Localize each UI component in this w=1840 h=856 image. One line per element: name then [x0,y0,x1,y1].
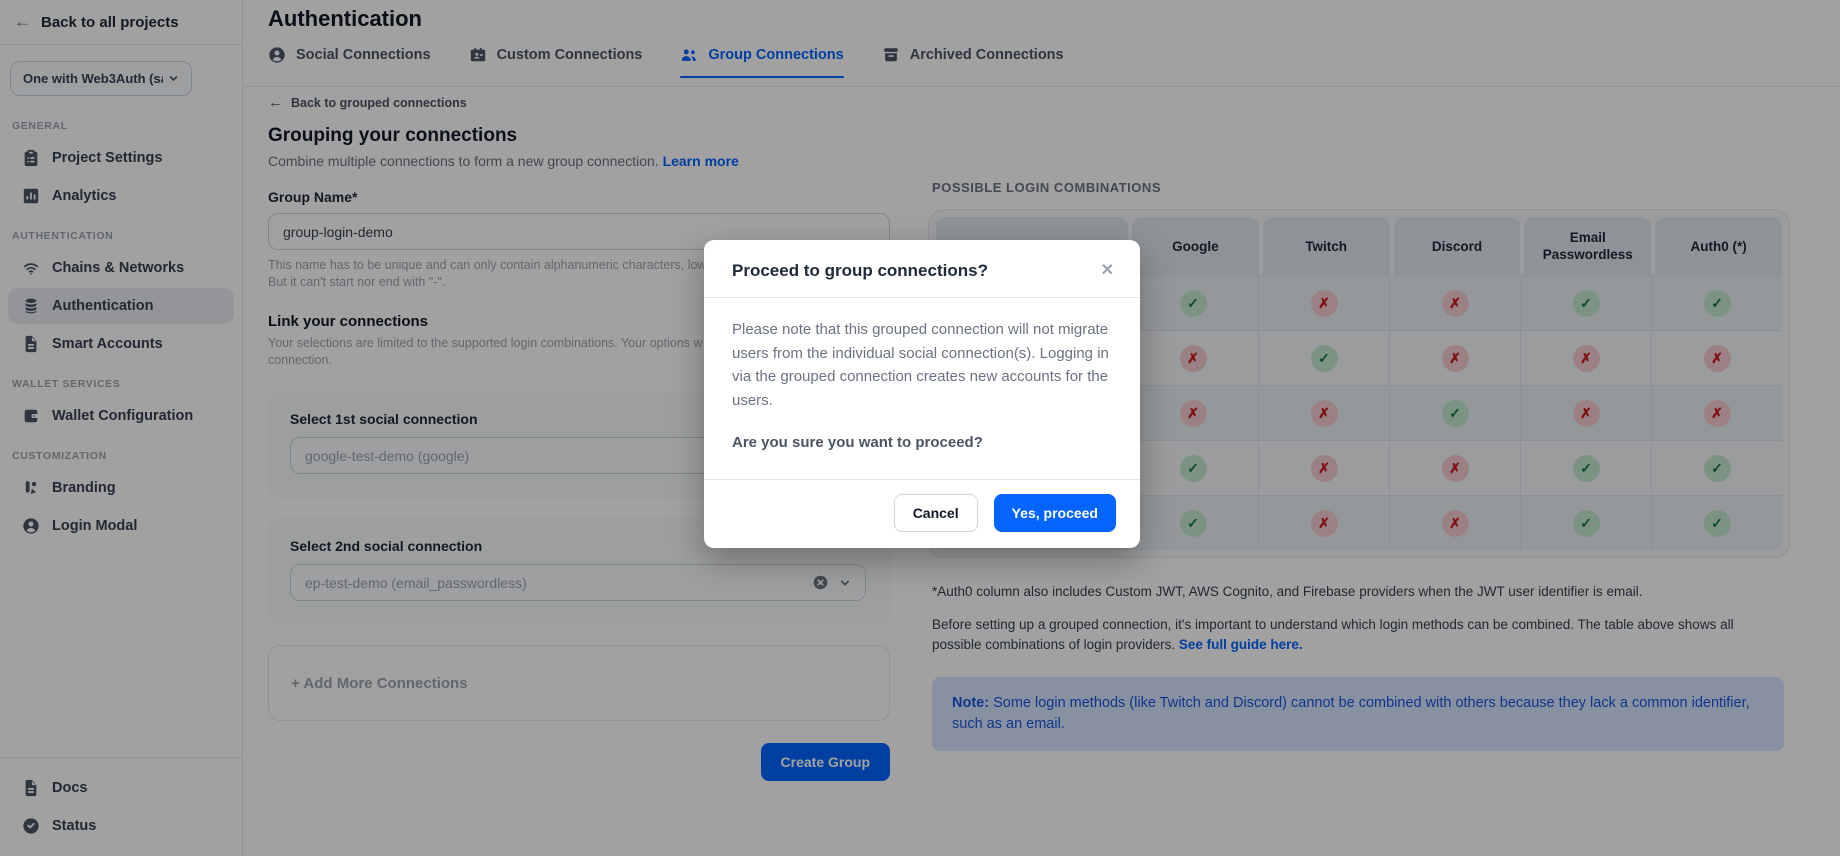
modal-body: Please note that this grouped connection… [704,298,1140,479]
modal-header: Proceed to group connections? ✕ [704,240,1140,298]
modal-text: Please note that this grouped connection… [732,318,1112,412]
modal-question: Are you sure you want to proceed? [732,434,1112,451]
proceed-modal: Proceed to group connections? ✕ Please n… [704,240,1140,548]
close-icon[interactable]: ✕ [1099,261,1116,281]
modal-footer: Cancel Yes, proceed [704,479,1140,548]
app-root: ← Back to all projects One with Web3Auth… [0,0,1840,856]
cancel-button[interactable]: Cancel [894,494,978,532]
modal-title: Proceed to group connections? [732,261,988,281]
yes-proceed-button[interactable]: Yes, proceed [994,494,1116,532]
